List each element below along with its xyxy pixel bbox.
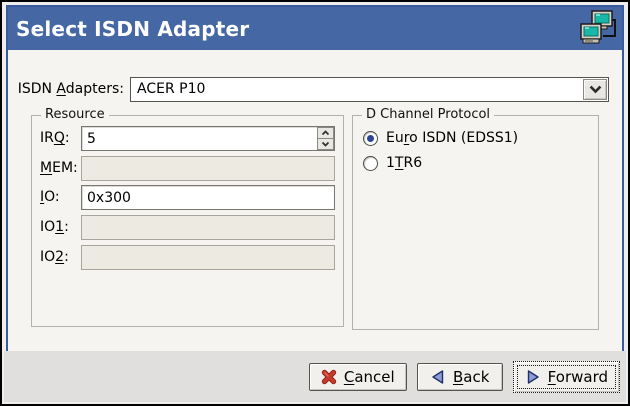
radio-button-selected[interactable] [363, 131, 378, 146]
select-isdn-adapter-dialog: Select ISDN Adapter [0, 0, 630, 406]
dialog-main-frame: Select ISDN Adapter [6, 5, 624, 355]
isdn-adapters-label: ISDN Adapters: [8, 81, 124, 97]
chevron-up-icon [321, 130, 330, 136]
io2-row: IO2: [32, 245, 343, 270]
isdn-adapters-dropdown-button[interactable] [583, 79, 607, 100]
radio-option-1tr6[interactable]: 1TR6 [363, 154, 422, 172]
forward-button[interactable]: Forward [513, 361, 620, 393]
dialog-titlebar: Select ISDN Adapter [8, 7, 622, 50]
irq-spinbox [81, 126, 335, 151]
irq-row: IRQ: [32, 126, 343, 151]
back-button-label: Back [453, 368, 489, 386]
resource-group: Resource IRQ: MEM: I [31, 115, 344, 327]
back-button[interactable]: Back [417, 363, 503, 391]
io1-row: IO1: [32, 215, 343, 240]
resource-group-title: Resource [41, 107, 109, 122]
dialog-content: ISDN Adapters: ACER P10 Resource IRQ: [8, 50, 622, 353]
dialog-title: Select ISDN Adapter [16, 17, 249, 41]
red-x-icon [321, 369, 337, 385]
network-computers-icon [575, 8, 617, 49]
isdn-adapters-selected-value: ACER P10 [137, 81, 205, 97]
io1-label: IO1: [40, 219, 69, 235]
isdn-adapters-combobox[interactable]: ACER P10 [130, 77, 609, 102]
mem-input [81, 156, 335, 181]
d-channel-protocol-group-title: D Channel Protocol [362, 107, 494, 122]
dialog-button-bar: Cancel Back Forward [4, 351, 626, 402]
mem-row: MEM: [32, 156, 343, 181]
radio-button-unselected[interactable] [363, 156, 378, 171]
irq-label: IRQ: [40, 130, 70, 146]
isdn-adapters-row: ISDN Adapters: ACER P10 [8, 77, 622, 102]
arrow-left-icon [430, 369, 446, 385]
io2-label: IO2: [40, 249, 69, 265]
euro-isdn-label: Euro ISDN (EDSS1) [386, 130, 518, 146]
io-input[interactable] [81, 185, 335, 210]
io-label: IO: [40, 189, 60, 205]
chevron-down-icon [321, 141, 330, 147]
io1-input [81, 215, 335, 240]
cancel-button-label: Cancel [344, 368, 395, 386]
cancel-button[interactable]: Cancel [309, 363, 407, 391]
arrow-right-icon [525, 369, 541, 385]
irq-input[interactable] [81, 126, 335, 151]
spin-down-button[interactable] [317, 139, 334, 150]
forward-button-label: Forward [548, 368, 608, 386]
d-channel-protocol-group: D Channel Protocol Euro ISDN (EDSS1) 1TR… [352, 115, 599, 330]
irq-spin-buttons [317, 127, 334, 150]
io2-input [81, 245, 335, 270]
radio-option-euro-isdn[interactable]: Euro ISDN (EDSS1) [363, 129, 518, 147]
io-row: IO: [32, 185, 343, 210]
mem-label: MEM: [40, 160, 78, 176]
1tr6-label: 1TR6 [386, 155, 422, 171]
spin-up-button[interactable] [317, 127, 334, 139]
chevron-down-icon [589, 85, 602, 94]
